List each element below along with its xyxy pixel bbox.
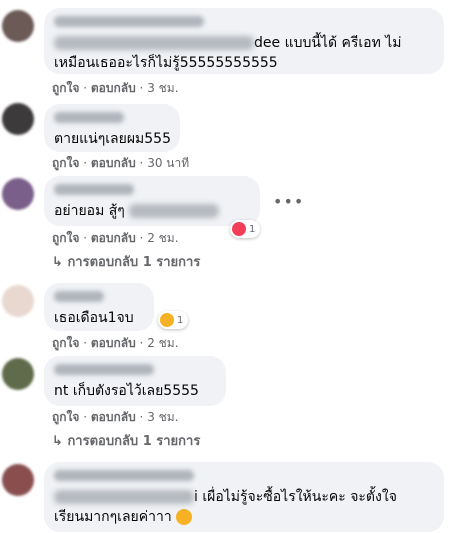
comment-actions: ถูกใจ · ตอบกลับ · 30 นาที bbox=[52, 156, 190, 170]
more-options-icon[interactable]: ••• bbox=[273, 192, 304, 211]
reply-link[interactable]: ตอบกลับ bbox=[91, 410, 136, 424]
comment-bubble: อย่ายอม สู้ๆ bbox=[44, 176, 260, 226]
comment-bubble: i เผื่อไม่รู้จะซื้อไรให้นะคะ จะตั้งใจ เร… bbox=[44, 462, 444, 532]
reply-link[interactable]: ตอบกลับ bbox=[91, 231, 136, 245]
comment-actions: ถูกใจ · ตอบกลับ · 3 ชม. bbox=[52, 81, 179, 95]
sad-reaction-icon bbox=[160, 313, 174, 327]
reply-link[interactable]: ตอบกลับ bbox=[91, 81, 136, 95]
reaction-badge[interactable]: 1 bbox=[230, 220, 260, 238]
comment-actions: ถูกใจ · ตอบกลับ · 2 ชม. bbox=[52, 336, 179, 350]
author-name-redacted[interactable] bbox=[54, 184, 134, 195]
like-link[interactable]: ถูกใจ bbox=[52, 81, 79, 95]
redacted-text bbox=[54, 36, 254, 50]
avatar[interactable] bbox=[2, 285, 34, 317]
author-name-redacted[interactable] bbox=[54, 112, 124, 123]
comment-text-line: เหมือนเธออะไรก็ไม่รู้55555555555 bbox=[54, 55, 278, 71]
author-name-redacted[interactable] bbox=[54, 364, 154, 375]
comment-text-line: อย่ายอม สู้ๆ bbox=[54, 201, 248, 221]
angry-reaction-icon bbox=[232, 222, 246, 236]
comment-text-line: dee แบบนี้ได้ ครีเอท ไม่ bbox=[54, 33, 432, 53]
reply-link[interactable]: ตอบกลับ bbox=[91, 336, 136, 350]
comment-text-line: เรียนมากๆเลยค่าาา bbox=[54, 507, 432, 527]
shocked-face-icon bbox=[176, 509, 193, 525]
comment-bubble: เธอเดือน1จบ bbox=[44, 283, 154, 331]
author-name-redacted[interactable] bbox=[54, 291, 104, 302]
author-name-redacted[interactable] bbox=[54, 16, 204, 27]
avatar[interactable] bbox=[2, 178, 34, 210]
avatar[interactable] bbox=[2, 103, 34, 135]
like-link[interactable]: ถูกใจ bbox=[52, 231, 79, 245]
timestamp[interactable]: 30 นาที bbox=[147, 156, 189, 170]
comment-bubble: nt เก็บตังรอไว้เลย5555 bbox=[44, 356, 226, 406]
avatar[interactable] bbox=[2, 358, 34, 390]
comment-actions: ถูกใจ · ตอบกลับ · 3 ชม. bbox=[52, 410, 179, 424]
comment-text-line: ตายแน่ๆเลยผม555 bbox=[54, 131, 171, 147]
comment-text-line: nt เก็บตังรอไว้เลย5555 bbox=[54, 383, 199, 399]
view-replies-link[interactable]: ↳ การตอบกลับ 1 รายการ bbox=[52, 254, 200, 272]
view-replies-link[interactable]: ↳ การตอบกลับ 1 รายการ bbox=[52, 433, 200, 451]
timestamp[interactable]: 2 ชม. bbox=[147, 336, 178, 350]
comment-bubble: ตายแน่ๆเลยผม555 bbox=[44, 104, 180, 152]
avatar[interactable] bbox=[2, 10, 34, 42]
comment-text-line: i เผื่อไม่รู้จะซื้อไรให้นะคะ จะตั้งใจ bbox=[54, 487, 432, 507]
reply-arrow-icon: ↳ bbox=[52, 255, 63, 270]
comment-text-line: เธอเดือน1จบ bbox=[54, 310, 134, 326]
timestamp[interactable]: 2 ชม. bbox=[147, 231, 178, 245]
like-link[interactable]: ถูกใจ bbox=[52, 336, 79, 350]
redacted-text bbox=[54, 490, 194, 504]
like-link[interactable]: ถูกใจ bbox=[52, 156, 79, 170]
reply-link[interactable]: ตอบกลับ bbox=[91, 156, 136, 170]
avatar[interactable] bbox=[2, 464, 34, 496]
redacted-text bbox=[129, 204, 220, 218]
comment-actions: ถูกใจ · ตอบกลับ · 2 ชม. bbox=[52, 231, 179, 245]
like-link[interactable]: ถูกใจ bbox=[52, 410, 79, 424]
timestamp[interactable]: 3 ชม. bbox=[147, 81, 178, 95]
timestamp[interactable]: 3 ชม. bbox=[147, 410, 178, 424]
comment-bubble: dee แบบนี้ได้ ครีเอท ไม่ เหมือนเธออะไรก็… bbox=[44, 8, 444, 74]
reply-arrow-icon: ↳ bbox=[52, 434, 63, 449]
author-name-redacted[interactable] bbox=[54, 470, 194, 481]
reaction-badge[interactable]: 1 bbox=[158, 311, 188, 329]
